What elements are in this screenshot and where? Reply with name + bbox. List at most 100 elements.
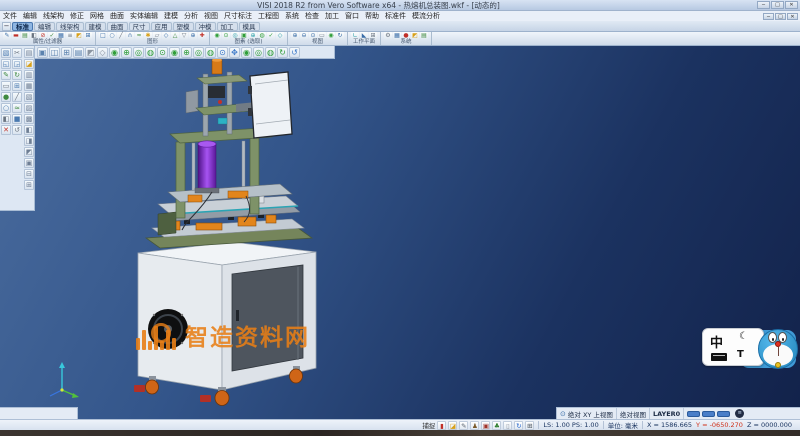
shade-view-icon[interactable]: ◉ <box>327 32 335 40</box>
dynamic-view-icon[interactable]: ◍ <box>265 47 276 58</box>
bottom-view-icon[interactable]: ⊕ <box>181 47 192 58</box>
redraw-view-icon[interactable]: ↻ <box>277 47 288 58</box>
ribbon-tab[interactable]: 应用 <box>151 22 172 31</box>
snap-grid-icon[interactable]: ⊞ <box>12 81 22 91</box>
document-control-button[interactable]: □ <box>775 13 786 20</box>
menu-item[interactable]: 窗口 <box>342 11 362 21</box>
ribbon-tab[interactable]: 冲模 <box>195 22 216 31</box>
menu-item[interactable]: 系统 <box>282 11 302 21</box>
minus-panel-icon[interactable]: ⊟ <box>24 169 34 179</box>
pan-view-icon[interactable]: ✥ <box>229 47 240 58</box>
tree-icon[interactable]: ♣ <box>492 421 501 430</box>
menu-item[interactable]: 线架构 <box>40 11 67 21</box>
select-solid-icon[interactable]: ◉ <box>213 32 221 40</box>
ribbon-collapse-button[interactable]: − <box>2 22 11 31</box>
menu-item[interactable]: 加工 <box>322 11 342 21</box>
pill-2[interactable] <box>702 411 715 417</box>
menu-item[interactable]: 帮助 <box>362 11 382 21</box>
window-control-button[interactable]: ✕ <box>785 1 798 9</box>
plus-panel-icon[interactable]: ⊞ <box>24 180 34 190</box>
mesh-panel-icon[interactable]: ▨ <box>24 103 34 113</box>
confirm-icon[interactable]: ✓ <box>267 32 275 40</box>
trimetric-view-icon[interactable]: ◍ <box>205 47 216 58</box>
line-color-icon[interactable]: ▬ <box>12 32 20 40</box>
select-point-icon[interactable]: ⊙ <box>222 32 230 40</box>
snap-toggle[interactable]: 捕捉 <box>422 420 435 430</box>
fit-view-icon[interactable]: ◎ <box>253 47 264 58</box>
ribbon-tab[interactable]: 建模 <box>85 22 106 31</box>
table-icon[interactable]: ⊞ <box>84 32 92 40</box>
surface-icon[interactable]: ◧ <box>1 114 11 124</box>
circle-icon[interactable]: ○ <box>108 32 116 40</box>
skin-icon[interactable]: T <box>737 349 744 360</box>
ribbon-tab[interactable]: 模具 <box>239 22 260 31</box>
front-view-icon[interactable]: ◎ <box>133 47 144 58</box>
window-control-button[interactable]: □ <box>771 1 784 9</box>
undo-icon[interactable]: ↺ <box>12 125 22 135</box>
ime-toolbar[interactable]: 中 ☾ T <box>702 326 798 374</box>
moon-icon[interactable]: ☾ <box>739 331 748 342</box>
half-panel-icon[interactable]: ◧ <box>24 125 34 135</box>
menu-item[interactable]: 标准件 <box>382 11 409 21</box>
select-icon[interactable]: ▧ <box>1 48 11 58</box>
measure-icon[interactable]: ▭ <box>1 81 11 91</box>
point-icon[interactable]: ⊕ <box>189 32 197 40</box>
layer-filter-icon[interactable]: ▤ <box>21 32 29 40</box>
trim-icon[interactable]: ✂ <box>12 48 22 58</box>
top-view-icon[interactable]: ⊕ <box>121 47 132 58</box>
previous-view-icon[interactable]: ↺ <box>289 47 300 58</box>
zoom-window-icon[interactable]: ◱ <box>1 59 11 69</box>
line-icon[interactable]: ╱ <box>12 92 22 102</box>
menu-item[interactable]: 实体编辑 <box>127 11 161 21</box>
menu-item[interactable]: 模流分析 <box>409 11 443 21</box>
dimetric-view-icon[interactable]: ◎ <box>193 47 204 58</box>
settings-icon[interactable]: ⚙ <box>384 32 392 40</box>
ribbon-tab[interactable]: 曲面 <box>107 22 128 31</box>
window-control-button[interactable]: ─ <box>757 1 770 9</box>
viewport-quad-icon[interactable]: ⊞ <box>61 47 72 58</box>
cart-icon[interactable]: ▣ <box>481 421 490 430</box>
menu-item[interactable]: 分析 <box>181 11 201 21</box>
menu-item[interactable]: 工程图 <box>255 11 282 21</box>
iso-view-icon[interactable]: ◉ <box>109 47 120 58</box>
menu-item[interactable]: 编辑 <box>20 11 40 21</box>
solid-icon[interactable]: ■ <box>12 114 22 124</box>
layer-selector[interactable]: LAYER0 <box>650 408 684 419</box>
pill-3[interactable] <box>717 411 730 417</box>
ime-panel[interactable]: 中 ☾ T <box>702 328 764 366</box>
circle-icon[interactable]: ○ <box>1 103 11 113</box>
back-view-icon[interactable]: ⊙ <box>157 47 168 58</box>
flag-icon[interactable]: ▮ <box>437 421 446 430</box>
user-icon[interactable]: ♟ <box>470 421 479 430</box>
zoom-out-icon[interactable]: ⊖ <box>300 32 308 40</box>
select-face-icon[interactable]: ◇ <box>276 32 284 40</box>
corner-panel-icon[interactable]: ◩ <box>24 147 34 157</box>
orbit-view-icon[interactable]: ◉ <box>241 47 252 58</box>
snapshot-icon[interactable]: ◩ <box>411 32 419 40</box>
triangle-down-icon[interactable]: ▽ <box>180 32 188 40</box>
window-cascade-icon[interactable]: ▤ <box>73 47 84 58</box>
menu-item[interactable]: 建模 <box>161 11 181 21</box>
box-panel-icon[interactable]: ▣ <box>24 158 34 168</box>
dense-panel-icon[interactable]: ▩ <box>24 114 34 124</box>
spline-icon[interactable]: ≈ <box>135 32 143 40</box>
list-filter-icon[interactable]: ≡ <box>66 32 74 40</box>
doc-icon[interactable]: ▯ <box>503 421 512 430</box>
ribbon-tab[interactable]: 加工 <box>217 22 238 31</box>
highlight-panel-icon[interactable]: ◪ <box>24 59 34 69</box>
menu-item[interactable]: 检查 <box>302 11 322 21</box>
pen-style-icon[interactable]: ✎ <box>3 32 11 40</box>
status-menu-icon[interactable]: ≡ <box>735 409 744 418</box>
ime-language-button[interactable]: 中 <box>710 332 723 351</box>
ribbon-tab[interactable]: 编辑 <box>34 22 55 31</box>
menu-item[interactable]: 文件 <box>0 11 20 21</box>
3d-viewport[interactable] <box>0 46 800 430</box>
right-view-icon[interactable]: ◍ <box>145 47 156 58</box>
arc-icon[interactable]: ∩ <box>126 32 134 40</box>
wireframe-mode-icon[interactable]: ◇ <box>97 47 108 58</box>
point-icon[interactable]: ● <box>1 92 11 102</box>
line-icon[interactable]: ╱ <box>117 32 125 40</box>
grid-icon[interactable]: ⊞ <box>525 421 534 430</box>
menu-item[interactable]: 修正 <box>67 11 87 21</box>
right-panel-icon[interactable]: ◨ <box>24 136 34 146</box>
